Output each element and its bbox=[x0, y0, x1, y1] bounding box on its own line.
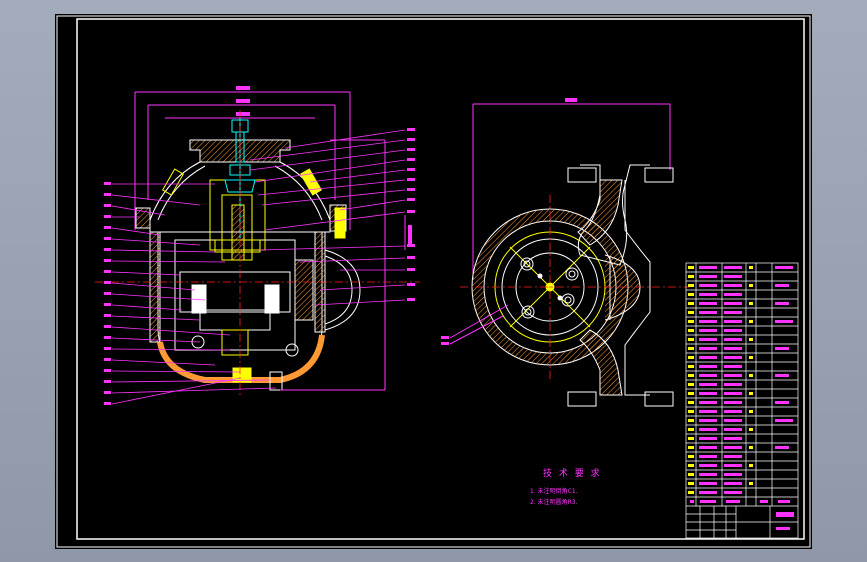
tech-requirements-title: 技 术 要 求 bbox=[543, 469, 602, 479]
outer-frame bbox=[56, 15, 811, 548]
tech-note-1: 1. 未注明倒角C1. bbox=[530, 488, 578, 495]
section-view bbox=[134, 86, 412, 391]
cad-drawing bbox=[56, 15, 811, 548]
leader-labels-right bbox=[407, 128, 415, 301]
cad-viewport[interactable]: 技 术 要 求 1. 未注明倒角C1. 2. 未注明圆角R3. bbox=[0, 0, 867, 562]
end-view bbox=[441, 98, 674, 407]
leader-labels-left bbox=[104, 182, 111, 405]
tech-note-2: 2. 未注明圆角R3. bbox=[530, 499, 578, 506]
